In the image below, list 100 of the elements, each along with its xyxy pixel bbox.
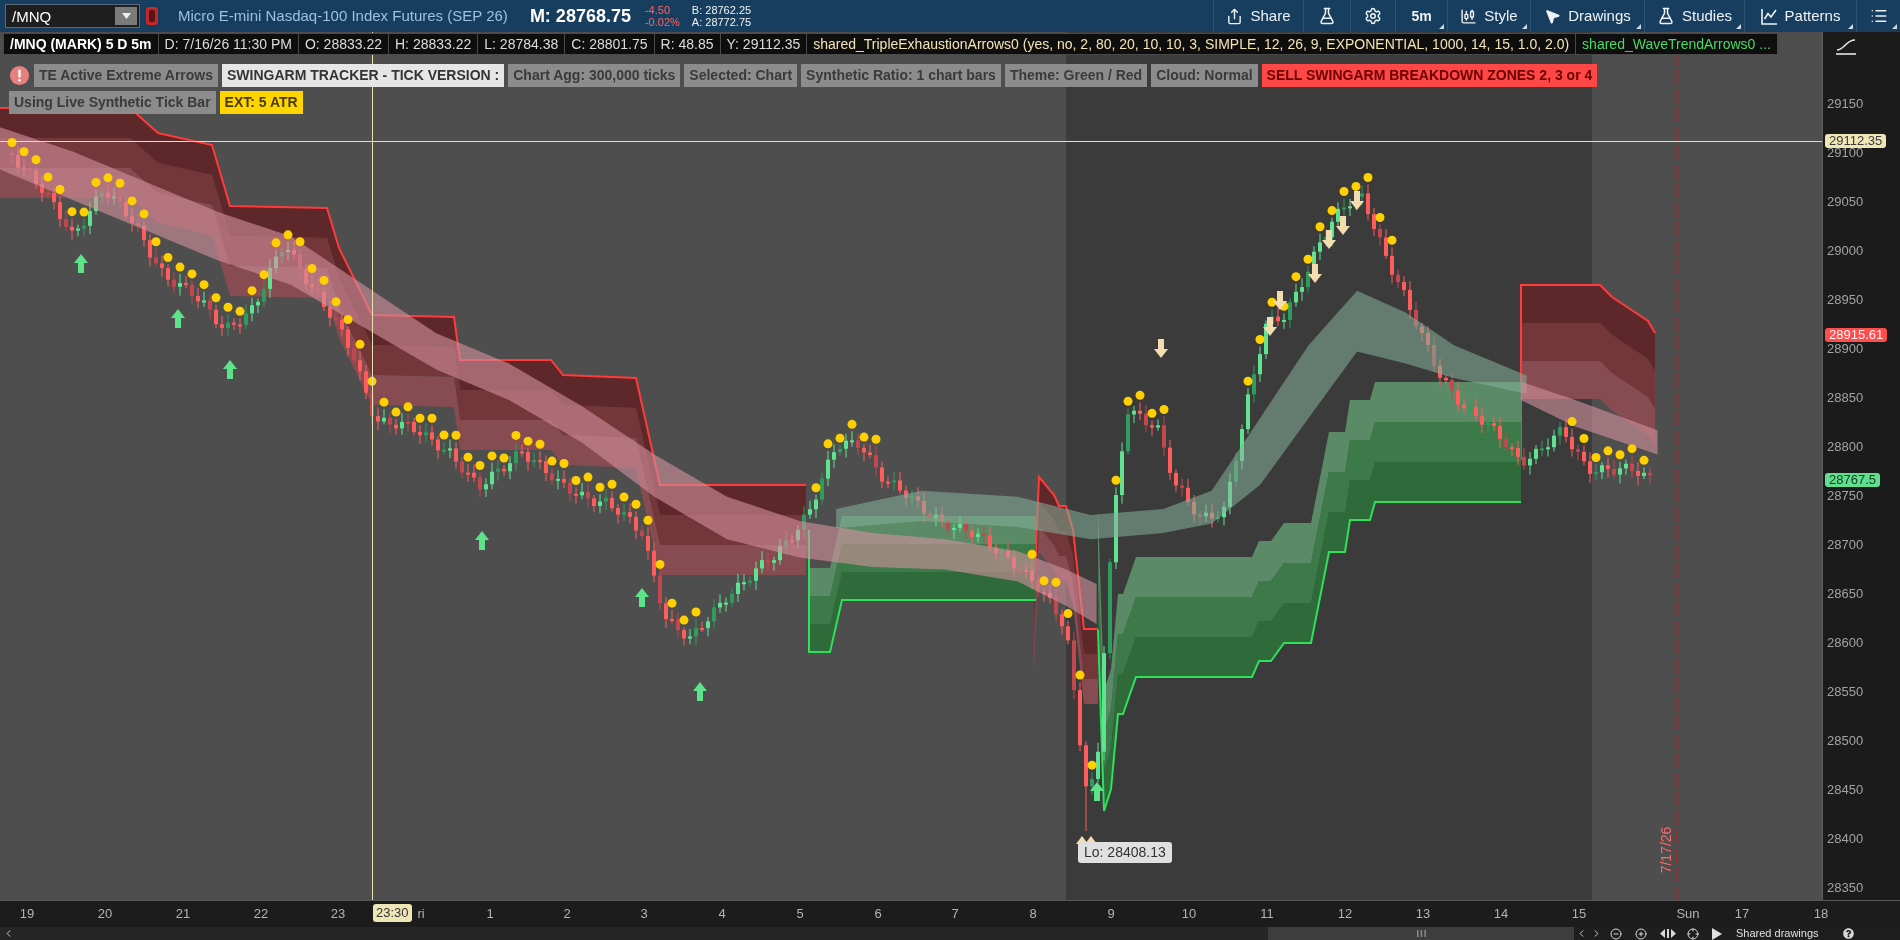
- ask-price: A: 28772.75: [691, 16, 752, 28]
- quote-field: Y: 29112.35: [720, 34, 808, 54]
- signal-dot: [439, 430, 449, 440]
- list-icon: [1869, 7, 1888, 25]
- signal-dot: [163, 252, 173, 262]
- pointer-icon[interactable]: [1711, 927, 1722, 940]
- signal-dot: [487, 451, 497, 461]
- signal-dot: [1147, 408, 1157, 418]
- study-tag: SELL SWINGARM BREAKDOWN ZONES 2, 3 or 4: [1261, 64, 1598, 87]
- time-tick-label: 9: [1107, 906, 1115, 921]
- study-tag: Synthetic Ratio: 1 chart bars: [801, 64, 1001, 87]
- percent-change: -0.02%: [644, 16, 680, 28]
- signal-dot: [19, 147, 29, 157]
- symbol-dropdown-button[interactable]: [115, 7, 137, 25]
- signal-dot: [79, 207, 89, 217]
- signal-dot: [463, 452, 473, 462]
- signal-dot: [1135, 390, 1145, 400]
- signal-dot: [235, 306, 245, 316]
- status-tag-icon: [145, 6, 159, 26]
- up-arrow-marker: [475, 531, 489, 550]
- study-label: shared_TripleExhaustionArrows0 (yes, no, 2, 80, 20, 10, 10, 3, SIMPLE, 12, 26, 9, EXPONENTIAL, 1000, 14, 15, 1.0, 2.0): [807, 34, 1577, 54]
- study-tag: Using Live Synthetic Tick Bar: [9, 91, 216, 114]
- signal-dot: [367, 376, 377, 386]
- signal-dot: [1075, 670, 1085, 680]
- down-arrow-marker: [1273, 291, 1287, 310]
- signal-dot: [631, 499, 641, 509]
- time-tick-label: 23: [330, 906, 346, 921]
- flask-icon: [1318, 7, 1336, 25]
- quote-field: H: 28833.22: [389, 34, 479, 54]
- time-tick-label: 10: [1181, 906, 1197, 921]
- signal-dot: [127, 196, 137, 206]
- zoom-in-icon[interactable]: [1635, 927, 1647, 940]
- price-tick-label: 28400: [1827, 831, 1864, 846]
- signal-dot: [151, 237, 161, 247]
- signal-dot: [31, 155, 41, 165]
- cursor-icon: [1544, 7, 1562, 25]
- signal-dot: [871, 434, 881, 444]
- time-tick-label: 12: [1337, 906, 1353, 921]
- time-tick-label: Sun: [1676, 906, 1700, 921]
- time-tick-label: 5: [796, 906, 804, 921]
- signal-dot: [331, 297, 341, 307]
- shared-drawings-button[interactable]: Shared drawings: [1736, 927, 1819, 940]
- time-tick-label: 15: [1571, 906, 1587, 921]
- down-arrow-marker: [1308, 264, 1322, 283]
- signal-dot: [823, 439, 833, 449]
- mark-price: M: 28768.75: [529, 4, 631, 28]
- fit-width-icon[interactable]: [1660, 928, 1676, 939]
- price-tick-label: 28900: [1827, 341, 1864, 356]
- signal-dot: [571, 476, 581, 485]
- help-icon[interactable]: [1842, 928, 1854, 939]
- signal-dot: [1087, 760, 1097, 770]
- signal-dot: [1579, 434, 1589, 443]
- signal-dot: [1627, 444, 1637, 454]
- signal-dot: [847, 419, 857, 429]
- price-tick-label: 29100: [1827, 145, 1864, 160]
- signal-dot: [619, 492, 629, 502]
- up-arrow-marker: [635, 588, 649, 607]
- caret-icon: [121, 13, 131, 19]
- signal-dot: [391, 407, 401, 417]
- up-arrow-marker: [74, 254, 88, 273]
- signal-dot: [643, 515, 653, 525]
- down-arrow-marker: [1350, 191, 1364, 210]
- scale-icon[interactable]: [1835, 38, 1857, 55]
- signal-dot: [415, 413, 425, 423]
- study-label: shared_WaveTrendArrows0 ...: [1576, 34, 1778, 54]
- down-arrow-marker: [1322, 230, 1336, 249]
- signal-dot: [811, 483, 821, 493]
- quote-field: O: 28833.22: [298, 34, 389, 54]
- price-tick-label: 28350: [1827, 880, 1864, 895]
- price-tick-label: 28450: [1827, 782, 1864, 797]
- time-tick-label: 17: [1734, 906, 1750, 921]
- signal-dot: [115, 178, 125, 188]
- signal-dot: [583, 472, 593, 482]
- zoom-out-icon[interactable]: [1610, 927, 1622, 940]
- signal-dot: [103, 173, 113, 183]
- time-tick-label: 20: [97, 906, 113, 921]
- time-tick-label: 19: [19, 906, 35, 921]
- down-arrow-marker: [1336, 216, 1350, 235]
- pattern-chart-icon: [1760, 7, 1778, 25]
- signal-dot: [559, 459, 569, 468]
- down-arrow-marker: [1154, 339, 1168, 358]
- time-tick-label: 11: [1260, 906, 1274, 921]
- signal-dot: [1375, 213, 1385, 222]
- signal-dot: [43, 172, 53, 182]
- time-tick-label: 7: [951, 906, 959, 921]
- net-change: -4.50: [644, 4, 672, 16]
- flask-icon: [1656, 7, 1675, 25]
- signal-dot: [223, 302, 233, 312]
- signal-dot: [1591, 453, 1601, 463]
- time-tick-label: 3: [640, 906, 648, 921]
- time-tick-label: 22: [253, 906, 269, 921]
- scrollbar-thumb[interactable]: [1268, 927, 1574, 940]
- crosshair-icon[interactable]: [1687, 927, 1699, 940]
- quote-field: C: 28801.75: [565, 34, 655, 54]
- signal-dot: [1387, 235, 1397, 245]
- up-arrow-marker: [171, 309, 185, 328]
- time-tick-label: 1: [486, 906, 494, 921]
- signal-dot: [1639, 455, 1649, 465]
- signal-dot: [655, 559, 665, 569]
- study-tag: Cloud: Normal: [1151, 64, 1258, 87]
